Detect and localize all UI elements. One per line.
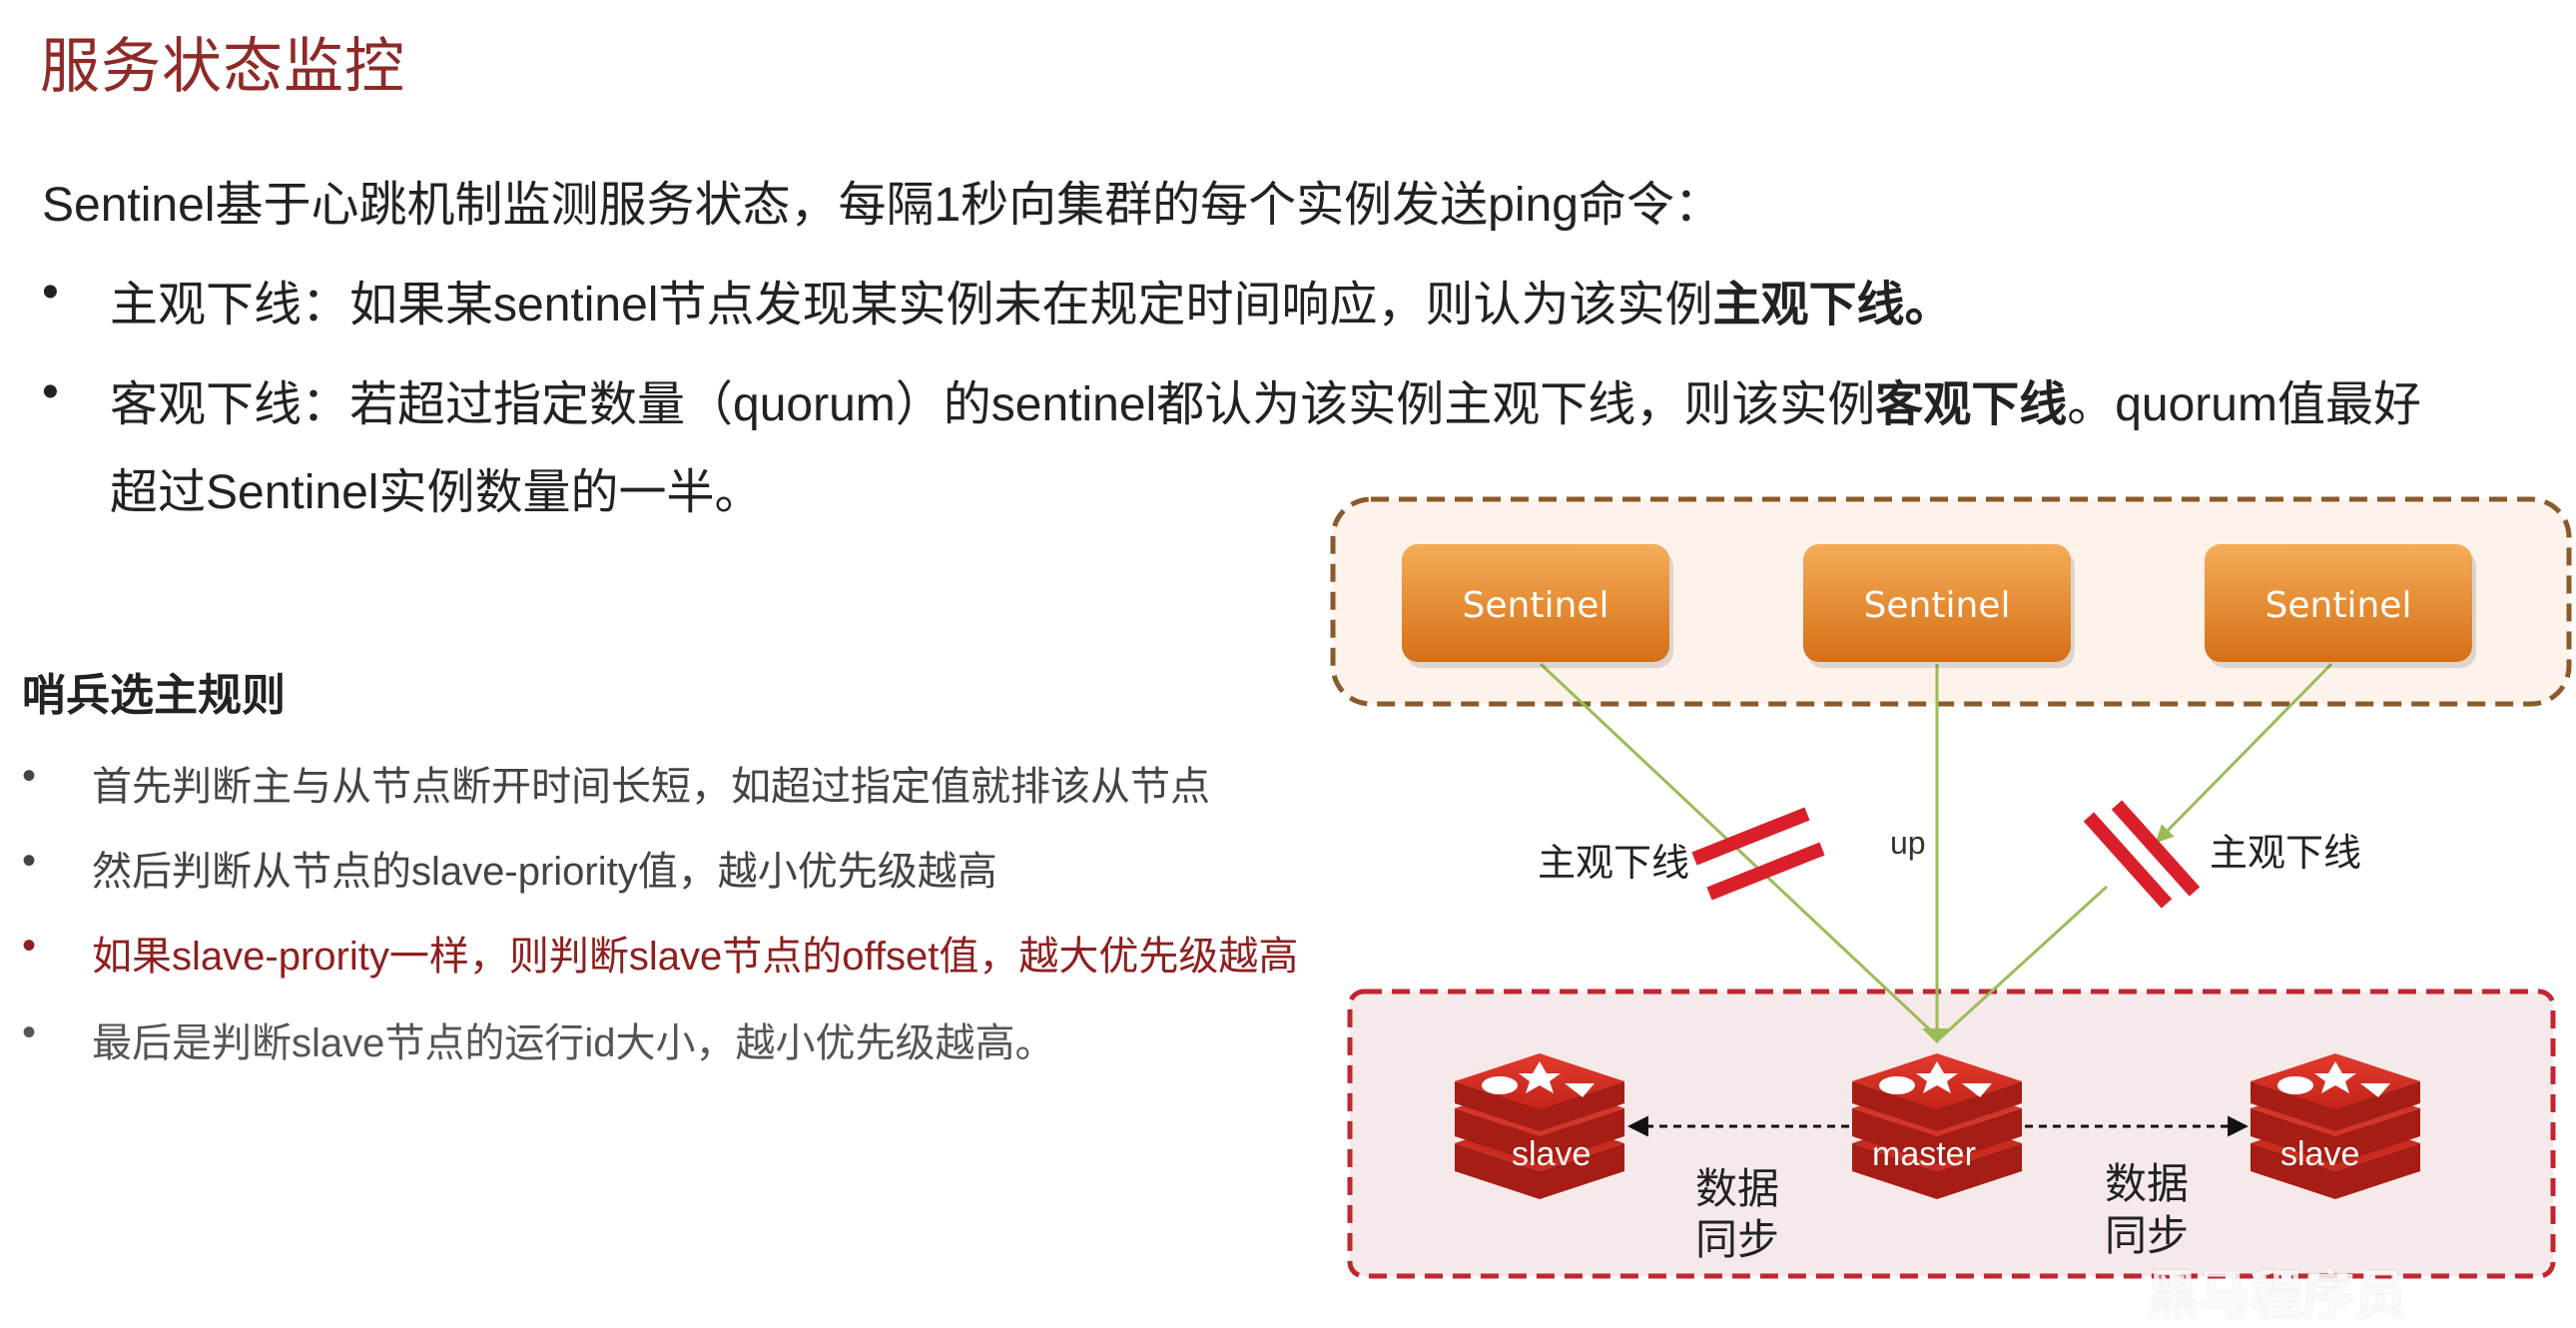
label-subjective-down-right: 主观下线 (2210, 833, 2361, 875)
sentinel-label: Sentinel (1864, 585, 2011, 626)
sync-label-left-2: 同步 (1695, 1216, 1779, 1263)
sentinel-diagram: Sentinel Sentinel Sentinel 主观下线 up 主观下线 … (1330, 496, 2572, 1279)
redis-slave-left-icon: slave (1455, 1053, 1624, 1199)
sentinel-label: Sentinel (1463, 585, 1610, 626)
sentinel-node-2: Sentinel (1803, 544, 2075, 668)
redis-slave-right-icon: slave (2251, 1053, 2420, 1199)
node-label-slave-right: slave (2280, 1135, 2359, 1173)
sync-label-left-1: 数据 (1695, 1165, 1779, 1212)
label-subjective-down-left: 主观下线 (1538, 843, 1689, 885)
sentinel-node-1: Sentinel (1402, 544, 1673, 668)
sentinel-node-3: Sentinel (2205, 544, 2476, 668)
sync-label-right-1: 数据 (2105, 1160, 2189, 1207)
redis-master-icon: master (1852, 1053, 2022, 1199)
label-up: up (1890, 825, 1926, 861)
watermark-text: 黑马程序员 (2147, 1267, 2407, 1325)
node-label-slave-left: slave (1512, 1135, 1591, 1173)
sentinel-label: Sentinel (2265, 585, 2412, 626)
sync-label-right-2: 同步 (2105, 1212, 2189, 1259)
node-label-master: master (1872, 1135, 1976, 1173)
